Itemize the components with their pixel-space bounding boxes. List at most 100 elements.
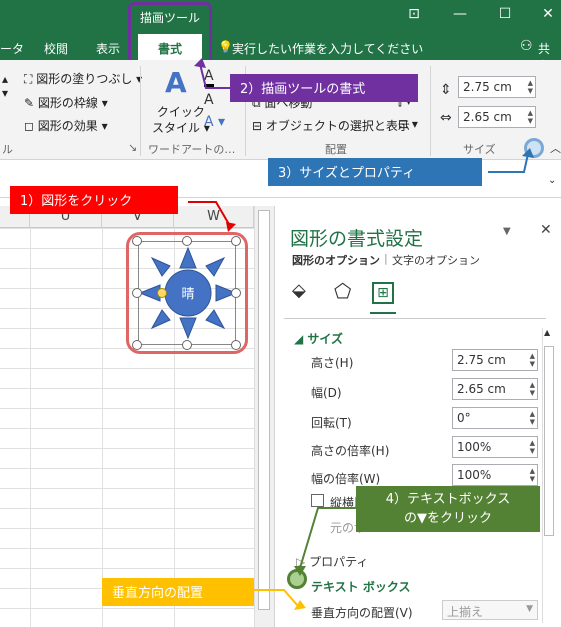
ribbon-width-input[interactable]: 2.65 cm ▲ ▼ — [458, 106, 536, 128]
sun-text: 晴 — [181, 287, 194, 302]
pane-divider — [284, 318, 546, 319]
sun-ray-bottom — [179, 317, 197, 340]
sun-ray-top — [179, 246, 197, 269]
grid-row-line — [0, 368, 254, 369]
grid-row-line — [0, 608, 254, 609]
handle-top-right[interactable] — [231, 236, 241, 246]
callout-3-size-properties: 3）サイズとプロパティ — [268, 158, 482, 186]
sun-ray-bottom-left — [150, 309, 171, 330]
ribbon-separator — [140, 66, 141, 156]
lightbulb-icon: 💡 — [218, 40, 233, 54]
pane-height-input[interactable]: 2.75 cm ▲ ▼ — [452, 349, 538, 371]
grid-col-line — [30, 228, 31, 627]
active-icon-underline — [370, 312, 396, 314]
close-icon[interactable]: ✕ — [538, 6, 558, 22]
callout-5-vertical-align: 垂直方向の配置 — [102, 578, 254, 606]
sun-ray-bottom-right — [205, 309, 226, 330]
handle-right[interactable] — [231, 288, 241, 298]
minimize-icon[interactable]: — — [450, 6, 470, 22]
scrollbar-thumb[interactable] — [258, 210, 270, 610]
height-label: 高さ(H) — [311, 356, 354, 370]
scale-height-label: 高さの倍率(H) — [311, 444, 390, 458]
fill-line-icon[interactable]: ⬙ — [292, 280, 306, 301]
wordart-group-label: ワードアートの… — [148, 143, 236, 156]
callout-4-arrow — [294, 507, 356, 576]
pane-width-input[interactable]: 2.65 cm ▲ ▼ — [452, 378, 538, 400]
grid-row-line — [0, 408, 254, 409]
collapse-ribbon-icon[interactable]: ︿ — [550, 140, 561, 156]
handle-bottom-right[interactable] — [231, 340, 241, 350]
dropdown-arrow-icon: ▼ — [526, 604, 533, 614]
callout-4-textbox-toggle: 4）テキストボックス の▼をクリック — [356, 486, 540, 532]
grid-row-line — [0, 508, 254, 509]
grid-row-line — [0, 528, 254, 529]
grid-row-line — [0, 568, 254, 569]
grid-col-line — [102, 228, 103, 627]
scale-width-label: 幅の倍率(W) — [311, 472, 381, 486]
section-size-header[interactable]: ◢ サイズ — [294, 330, 343, 347]
expand-formula-icon[interactable]: ⌄ — [548, 175, 556, 186]
handle-top-left[interactable] — [132, 236, 142, 246]
ribbon-left-arrows[interactable]: ▴ ▾ — [2, 72, 8, 100]
grid-row-line — [0, 488, 254, 489]
grid-row-line — [0, 388, 254, 389]
handle-adjust[interactable] — [157, 288, 167, 298]
pane-title: 図形の書式設定 — [290, 228, 424, 250]
tab-shape-options[interactable]: 図形のオプション — [292, 252, 380, 268]
tab-view[interactable]: 表示 — [96, 40, 120, 57]
pen-icon: ✎ — [24, 96, 35, 110]
maximize-icon[interactable]: ☐ — [495, 6, 515, 22]
width-spinner[interactable]: ▲ ▼ — [528, 109, 533, 125]
quick-style-button[interactable]: クイック スタイル ▾ — [152, 104, 210, 136]
paint-bucket-icon: ⛶ — [24, 72, 33, 86]
rotation-label: 回転(T) — [311, 416, 352, 430]
restore-ribbon-icon[interactable]: ⊡ — [404, 6, 424, 22]
ribbon-separator — [430, 66, 431, 156]
handle-top[interactable] — [182, 236, 192, 246]
pane-close-icon[interactable]: ✕ — [540, 222, 552, 238]
partial-group-label: ル — [2, 143, 13, 156]
group-icon[interactable]: ⊡ ▾ — [398, 117, 418, 131]
vertical-align-label: 垂直方向の配置(V) — [311, 606, 413, 620]
callout-1-click-shape: 1）図形をクリック — [10, 186, 178, 214]
vertical-align-dropdown[interactable]: 上揃え ▼ — [442, 600, 538, 620]
tab-text-options[interactable]: 文字のオプション — [392, 252, 480, 268]
shape-effects-button[interactable]: ◻ 図形の効果 ▾ — [24, 117, 108, 134]
tab-partial-data[interactable]: ータ — [0, 40, 24, 57]
effects-pentagon-icon[interactable]: ⬠ — [334, 279, 351, 303]
grid-row-line — [0, 548, 254, 549]
pane-options-dropdown-icon[interactable]: ▼ — [503, 226, 511, 237]
dialog-launcher-icon[interactable]: ↘ — [128, 141, 137, 154]
highlight-frame-drawing-tools — [128, 2, 212, 64]
callout-5-arrow — [254, 589, 306, 610]
pane-scale-height-input[interactable]: 100% ▲ ▼ — [452, 436, 538, 458]
tab-review[interactable]: 校閲 — [44, 40, 68, 57]
callout-2-arrow — [194, 58, 230, 89]
callout-2-drawing-tools: 2）描画ツールの書式 — [230, 74, 418, 102]
effects-icon: ◻ — [24, 119, 34, 133]
shape-fill-button[interactable]: ⛶ 図形の塗りつぶし ▾ — [24, 70, 142, 87]
tell-me-search[interactable]: 実行したい作業を入力してください — [232, 40, 423, 57]
size-properties-icon[interactable]: ⊞ — [372, 282, 394, 304]
callout-3-arrow — [488, 148, 534, 173]
sun-ray-top-left — [150, 256, 171, 277]
selection-pane-button[interactable]: ⊟ オブジェクトの選択と表示 — [252, 117, 410, 134]
user-icon: ⚇ — [520, 38, 533, 54]
pane-rotation-input[interactable]: 0° ▲ ▼ — [452, 407, 538, 429]
handle-bottom-left[interactable] — [132, 340, 142, 350]
handle-bottom[interactable] — [182, 340, 192, 350]
sun-shape[interactable]: 晴 — [136, 238, 240, 348]
arrange-group-label: 配置 — [325, 143, 347, 156]
shape-outline-button[interactable]: ✎ 図形の枠線 ▾ — [24, 94, 108, 111]
pane-scale-width-input[interactable]: 100% ▲ ▼ — [452, 464, 538, 486]
height-icon: ⇕ — [440, 82, 452, 98]
grid-row-line — [0, 428, 254, 429]
pane-scrollbar-thumb[interactable] — [544, 346, 554, 536]
height-spinner[interactable]: ▲ ▼ — [528, 79, 533, 95]
handle-left[interactable] — [132, 288, 142, 298]
section-textbox-header[interactable]: テキスト ボックス — [311, 578, 410, 595]
grid-row-line — [0, 468, 254, 469]
pane-scroll-up-icon[interactable]: ▲ — [544, 328, 550, 337]
width-label: 幅(D) — [311, 386, 342, 400]
ribbon-height-input[interactable]: 2.75 cm ▲ ▼ — [458, 76, 536, 98]
